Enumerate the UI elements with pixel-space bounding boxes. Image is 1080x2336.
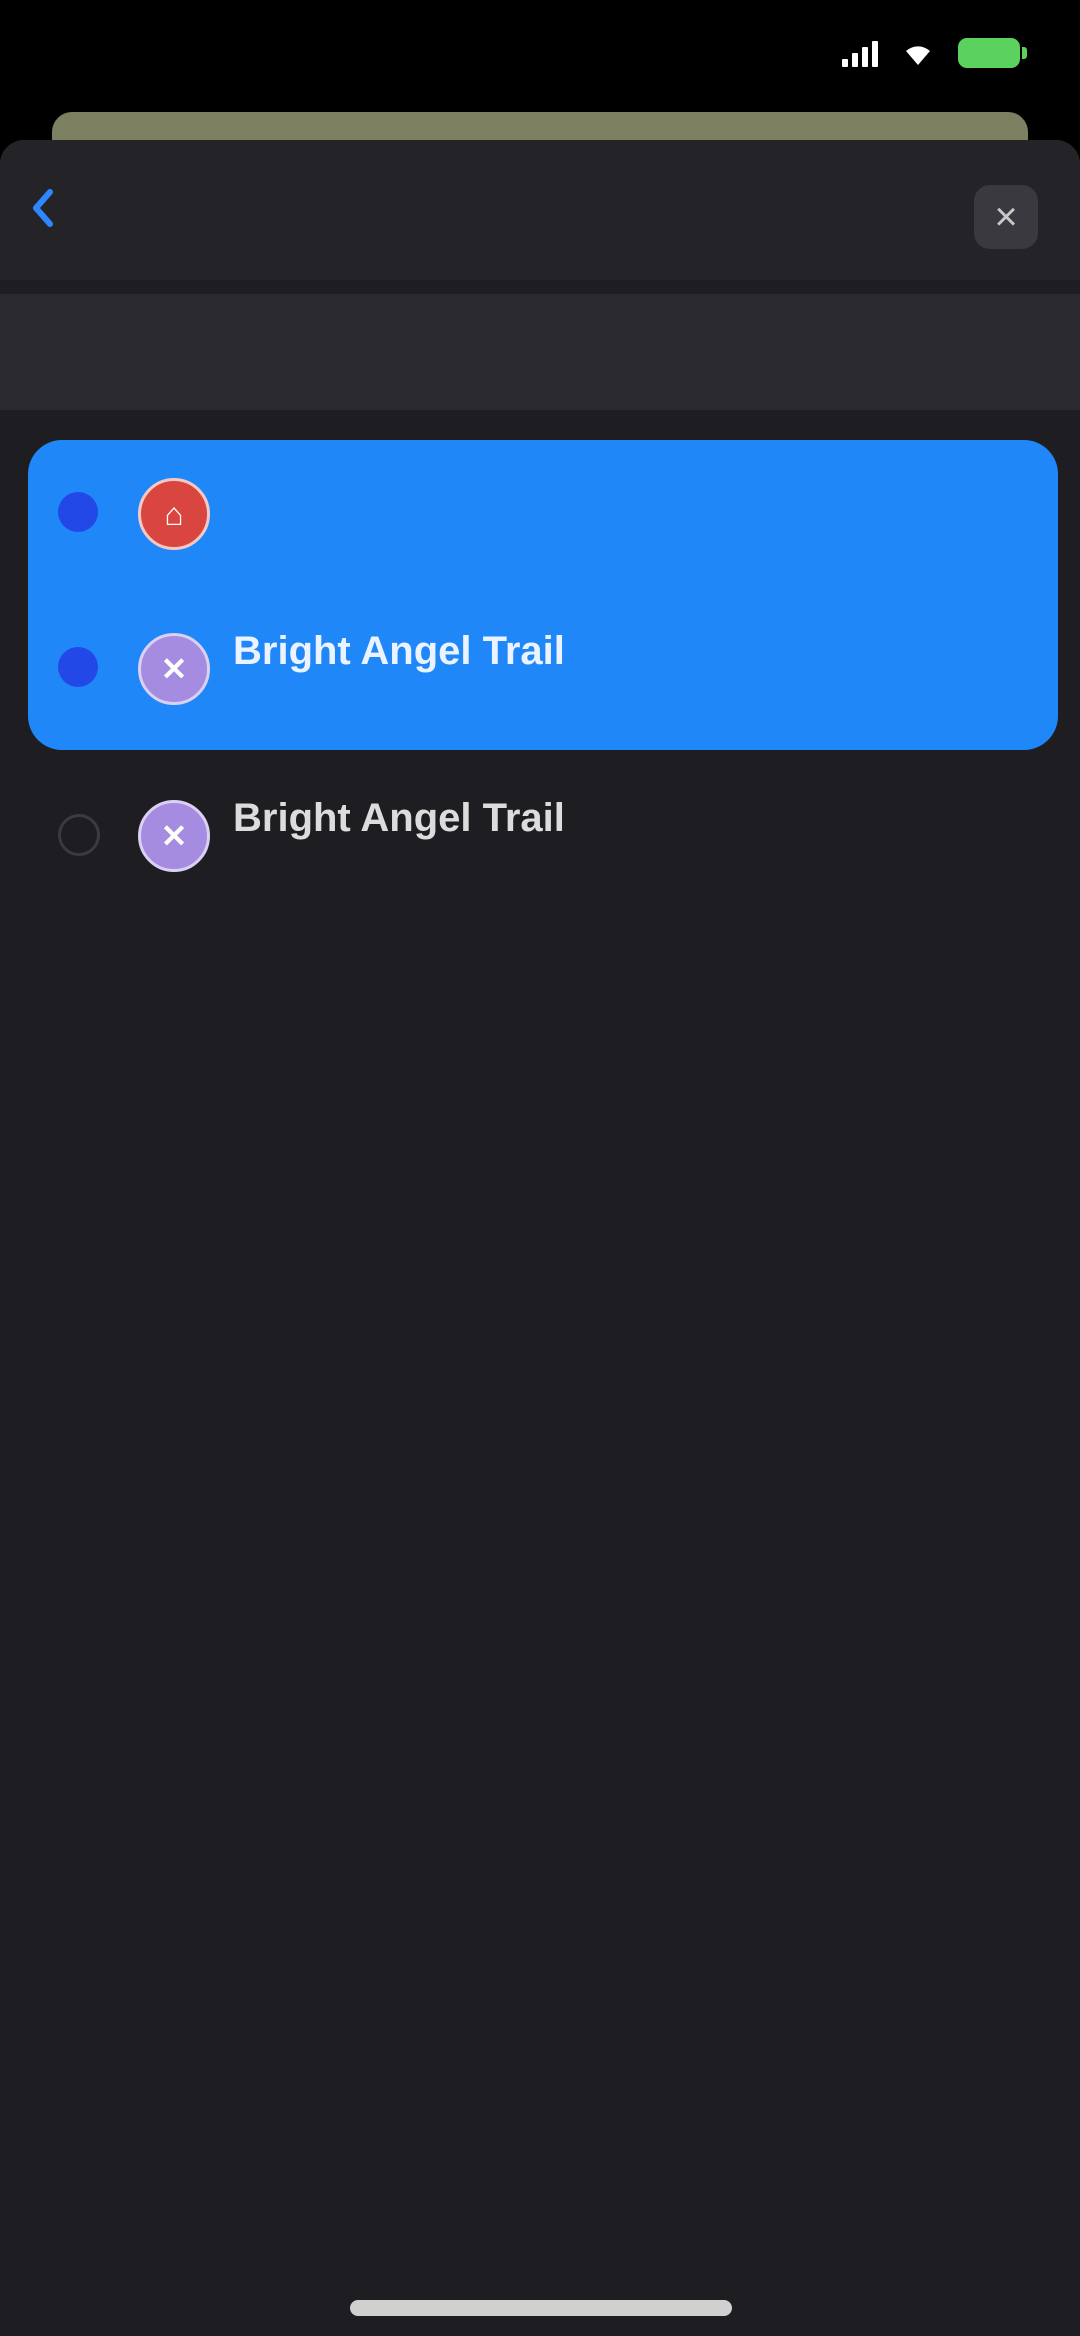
waypoint-row[interactable]: ✕ Bright Angel Trail	[28, 762, 1058, 912]
edit-toolbar	[0, 294, 1080, 410]
navigation-bar: ×	[0, 140, 1080, 280]
waypoints-sheet: × ⌂ ✕ Bright Angel Trail ✕ Bright Angel …	[0, 140, 1080, 2336]
selected-checkbox[interactable]	[58, 492, 98, 532]
home-indicator[interactable]	[350, 2300, 732, 2316]
battery-icon	[958, 38, 1027, 68]
back-button[interactable]	[30, 188, 70, 228]
close-icon: ×	[994, 194, 1018, 239]
selected-waypoints-group: ⌂ ✕ Bright Angel Trail	[28, 440, 1058, 750]
purple-marker-icon: ✕	[138, 800, 210, 872]
chevron-left-icon	[33, 189, 53, 227]
selected-checkbox[interactable]	[58, 647, 98, 687]
wifi-icon	[906, 46, 930, 65]
waypoint-row[interactable]: ✕ Bright Angel Trail	[28, 595, 1058, 745]
unselected-checkbox[interactable]	[58, 814, 100, 856]
status-icons	[842, 38, 1027, 68]
red-marker-icon: ⌂	[138, 478, 210, 550]
status-bar	[0, 0, 1080, 110]
waypoint-name: Bright Angel Trail	[233, 796, 565, 840]
cellular-signal-icon	[842, 39, 878, 67]
waypoint-name: Bright Angel Trail	[233, 629, 565, 673]
close-button[interactable]: ×	[974, 185, 1038, 249]
purple-marker-icon: ✕	[138, 633, 210, 705]
waypoint-row[interactable]: ⌂	[28, 440, 1058, 590]
